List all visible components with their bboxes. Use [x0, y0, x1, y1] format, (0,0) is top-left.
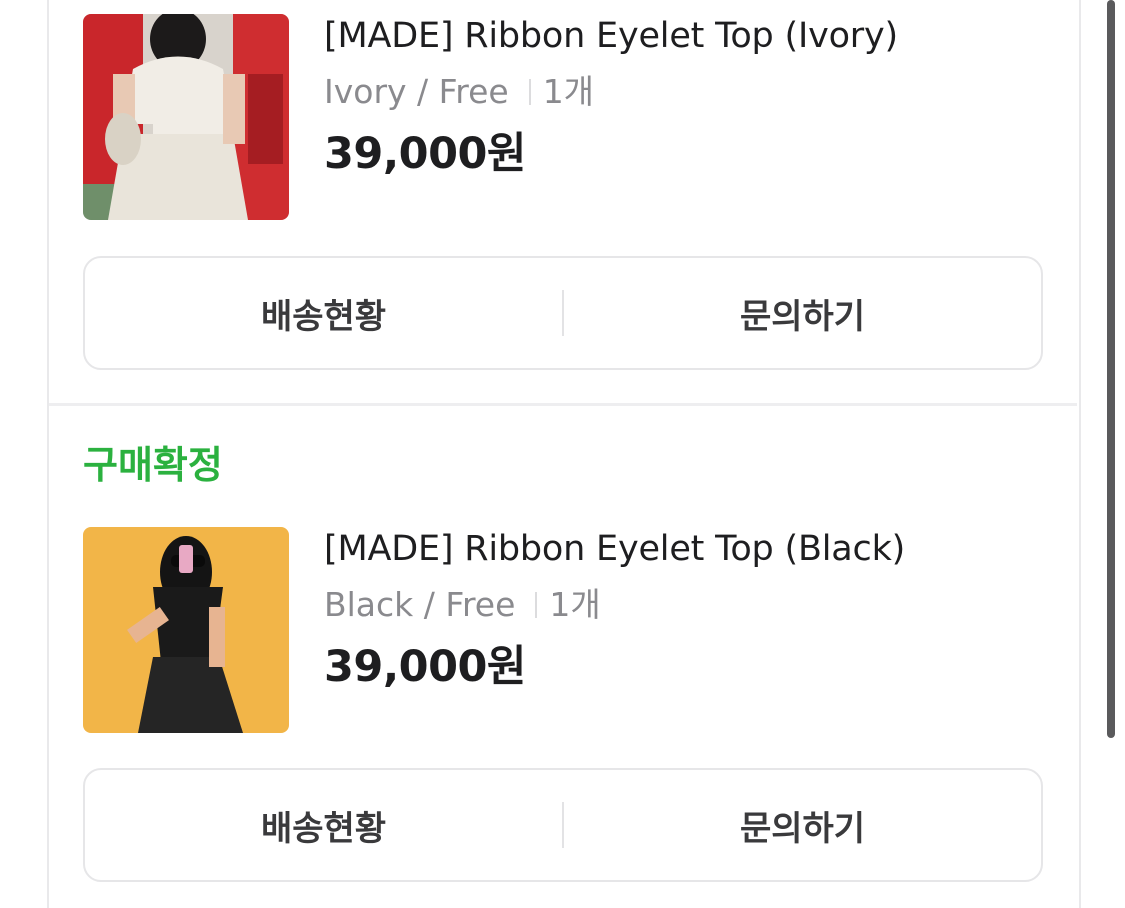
- product-name[interactable]: [MADE] Ribbon Eyelet Top (Ivory): [324, 14, 898, 58]
- product-option: Ivory / Free 1개: [324, 70, 594, 114]
- product-option: Black / Free 1개: [324, 583, 601, 627]
- product-photo-ivory: [83, 14, 289, 220]
- order-actions: 배송현황 문의하기: [83, 256, 1043, 370]
- product-thumbnail[interactable]: [83, 14, 289, 220]
- order-divider: [49, 403, 1077, 406]
- delivery-status-button[interactable]: 배송현황: [85, 258, 562, 368]
- product-thumbnail[interactable]: [83, 527, 289, 733]
- meta-separator: [535, 592, 538, 618]
- quantity: 1개: [542, 72, 595, 111]
- inquiry-button[interactable]: 문의하기: [564, 770, 1041, 880]
- product-name[interactable]: [MADE] Ribbon Eyelet Top (Black): [324, 527, 905, 571]
- option-text: Black / Free: [324, 585, 516, 624]
- product-price: 39,000원: [324, 129, 527, 179]
- product-photo-black: [83, 527, 289, 733]
- order-item-black[interactable]: [MADE] Ribbon Eyelet Top (Black) Black /…: [83, 527, 1043, 733]
- option-text: Ivory / Free: [324, 72, 509, 111]
- order-actions: 배송현황 문의하기: [83, 768, 1043, 882]
- meta-separator: [528, 79, 531, 105]
- quantity: 1개: [549, 585, 601, 624]
- order-item-ivory[interactable]: [MADE] Ribbon Eyelet Top (Ivory) Ivory /…: [83, 14, 1043, 220]
- order-status-badge: 구매확정: [83, 443, 223, 487]
- scrollbar[interactable]: [1107, 0, 1115, 738]
- delivery-status-button[interactable]: 배송현황: [85, 770, 562, 880]
- inquiry-button[interactable]: 문의하기: [564, 258, 1041, 368]
- product-price: 39,000원: [324, 642, 527, 692]
